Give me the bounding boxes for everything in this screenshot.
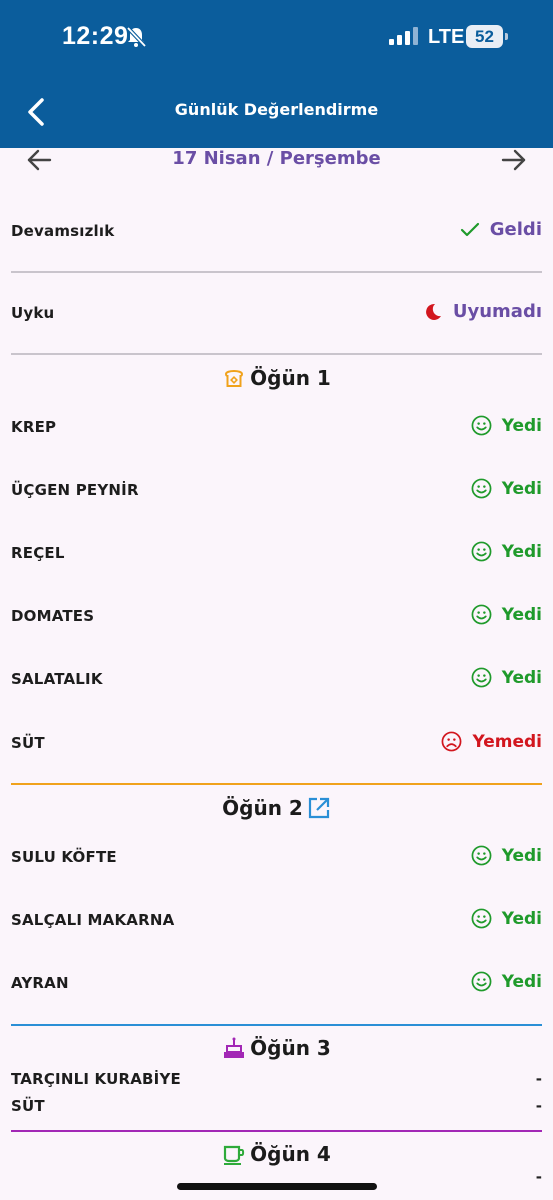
meal-item-status: Yedi	[471, 541, 542, 562]
divider	[11, 271, 542, 273]
attendance-value: Geldi	[489, 219, 542, 240]
divider	[11, 353, 542, 355]
meal-item-status-label: Yedi	[501, 478, 542, 499]
battery-icon: 52	[466, 25, 508, 48]
meal-3-label: Öğün 3	[250, 1036, 331, 1060]
app-bar: 12:29 LTE 52 Günlük Değerlendirme	[0, 0, 553, 148]
meal-4-title: Öğün 4	[0, 1142, 553, 1166]
meal-item-row: ÜÇGEN PEYNİR Yedi	[11, 475, 542, 505]
meal-item-status-label: Yedi	[501, 908, 542, 929]
meal-1-label: Öğün 1	[250, 366, 331, 390]
meal-item-row: SALATALIK Yedi	[11, 664, 542, 694]
meal-item-name: SÜT	[11, 734, 45, 752]
attendance-row: Devamsızlık Geldi	[11, 216, 542, 246]
meal-item-name: SALATALIK	[11, 670, 103, 688]
meal-item-name: SALÇALI MAKARNA	[11, 911, 175, 929]
meal-item-status: Yedi	[471, 845, 542, 866]
smile-icon	[471, 845, 492, 866]
moon-icon	[425, 303, 441, 320]
meal-item-row: SÜT -	[11, 1097, 542, 1119]
meal-item-name: DOMATES	[11, 607, 95, 625]
frown-icon	[442, 731, 462, 752]
meal-1-divider	[11, 783, 542, 785]
status-time: 12:29	[62, 22, 129, 50]
smile-icon	[471, 541, 492, 562]
meal-item-name: KREP	[11, 418, 57, 436]
bell-slash-icon	[126, 26, 146, 48]
cup-icon	[224, 1145, 245, 1165]
meal-item-name: SÜT	[11, 1097, 45, 1115]
meal-item-status: Yedi	[471, 415, 542, 436]
meal-item-row: TARÇINLI KURABİYE -	[11, 1070, 542, 1092]
battery-level: 52	[466, 25, 503, 48]
meal-item-status: Yedi	[471, 604, 542, 625]
meal-item-status-label: Yedi	[501, 971, 542, 992]
meal-item-status-label: Yedi	[501, 541, 542, 562]
meal-item-status-label: Yemedi	[472, 731, 542, 752]
cake-icon	[224, 1037, 245, 1058]
meal-item-name: AYRAN	[11, 974, 69, 992]
meal-item-name: SULU KÖFTE	[11, 848, 117, 866]
meal-item-status-label: Yedi	[501, 604, 542, 625]
smile-icon	[471, 478, 492, 499]
meal-item-row: SALÇALI MAKARNA Yedi	[11, 905, 542, 935]
meal-item-status: Yemedi	[441, 731, 542, 752]
meal-1-title: Öğün 1	[0, 366, 553, 390]
external-link-icon[interactable]	[307, 796, 331, 820]
meal-item-status: -	[535, 1070, 542, 1088]
smile-icon	[471, 415, 492, 436]
meal-item-status: -	[535, 1168, 542, 1186]
meal-item-status: -	[535, 1097, 542, 1115]
signal-icon	[389, 27, 418, 45]
meal-item-name: ÜÇGEN PEYNİR	[11, 481, 139, 499]
home-indicator[interactable]	[177, 1183, 377, 1190]
bread-icon	[225, 370, 244, 387]
sleep-status: Uyumadı	[423, 301, 542, 322]
meal-item-status-label: Yedi	[501, 667, 542, 688]
meal-item-status: Yedi	[471, 908, 542, 929]
meal-item-status: Yedi	[471, 478, 542, 499]
arrow-right-icon[interactable]	[501, 148, 527, 172]
sleep-value: Uyumadı	[452, 301, 542, 322]
meal-item-status-label: Yedi	[501, 845, 542, 866]
date-navigation: 17 Nisan / Perşembe	[0, 146, 553, 172]
meal-item-status: Yedi	[471, 971, 542, 992]
meal-item-status-label: Yedi	[501, 415, 542, 436]
meal-item-name: REÇEL	[11, 544, 65, 562]
meal-item-row: DOMATES Yedi	[11, 601, 542, 631]
meal-item-row: SULU KÖFTE Yedi	[11, 842, 542, 872]
meal-2-label: Öğün 2	[222, 796, 303, 820]
meal-item-row: KREP Yedi	[11, 412, 542, 442]
smile-icon	[471, 971, 492, 992]
attendance-label: Devamsızlık	[11, 222, 115, 240]
meal-4-label: Öğün 4	[250, 1142, 331, 1166]
date-label: 17 Nisan / Perşembe	[172, 148, 381, 169]
page-title: Günlük Değerlendirme	[174, 100, 379, 119]
meal-item-status: Yedi	[471, 667, 542, 688]
battery-tip	[505, 33, 508, 40]
meal-3-title: Öğün 3	[0, 1036, 553, 1060]
sleep-row: Uyku Uyumadı	[11, 298, 542, 328]
meal-2-title: Öğün 2	[0, 796, 553, 820]
check-icon	[460, 222, 479, 236]
smile-icon	[471, 667, 492, 688]
network-label: LTE	[428, 26, 465, 48]
meal-2-divider	[11, 1024, 542, 1026]
attendance-status: Geldi	[460, 219, 542, 240]
smile-icon	[471, 908, 492, 929]
smile-icon	[471, 604, 492, 625]
sleep-label: Uyku	[11, 304, 55, 322]
meal-item-row: SÜT Yemedi	[11, 728, 542, 758]
meal-item-row: REÇEL Yedi	[11, 538, 542, 568]
meal-item-name: TARÇINLI KURABİYE	[11, 1070, 181, 1088]
meal-3-divider	[11, 1130, 542, 1132]
meal-item-row: AYRAN Yedi	[11, 968, 542, 998]
